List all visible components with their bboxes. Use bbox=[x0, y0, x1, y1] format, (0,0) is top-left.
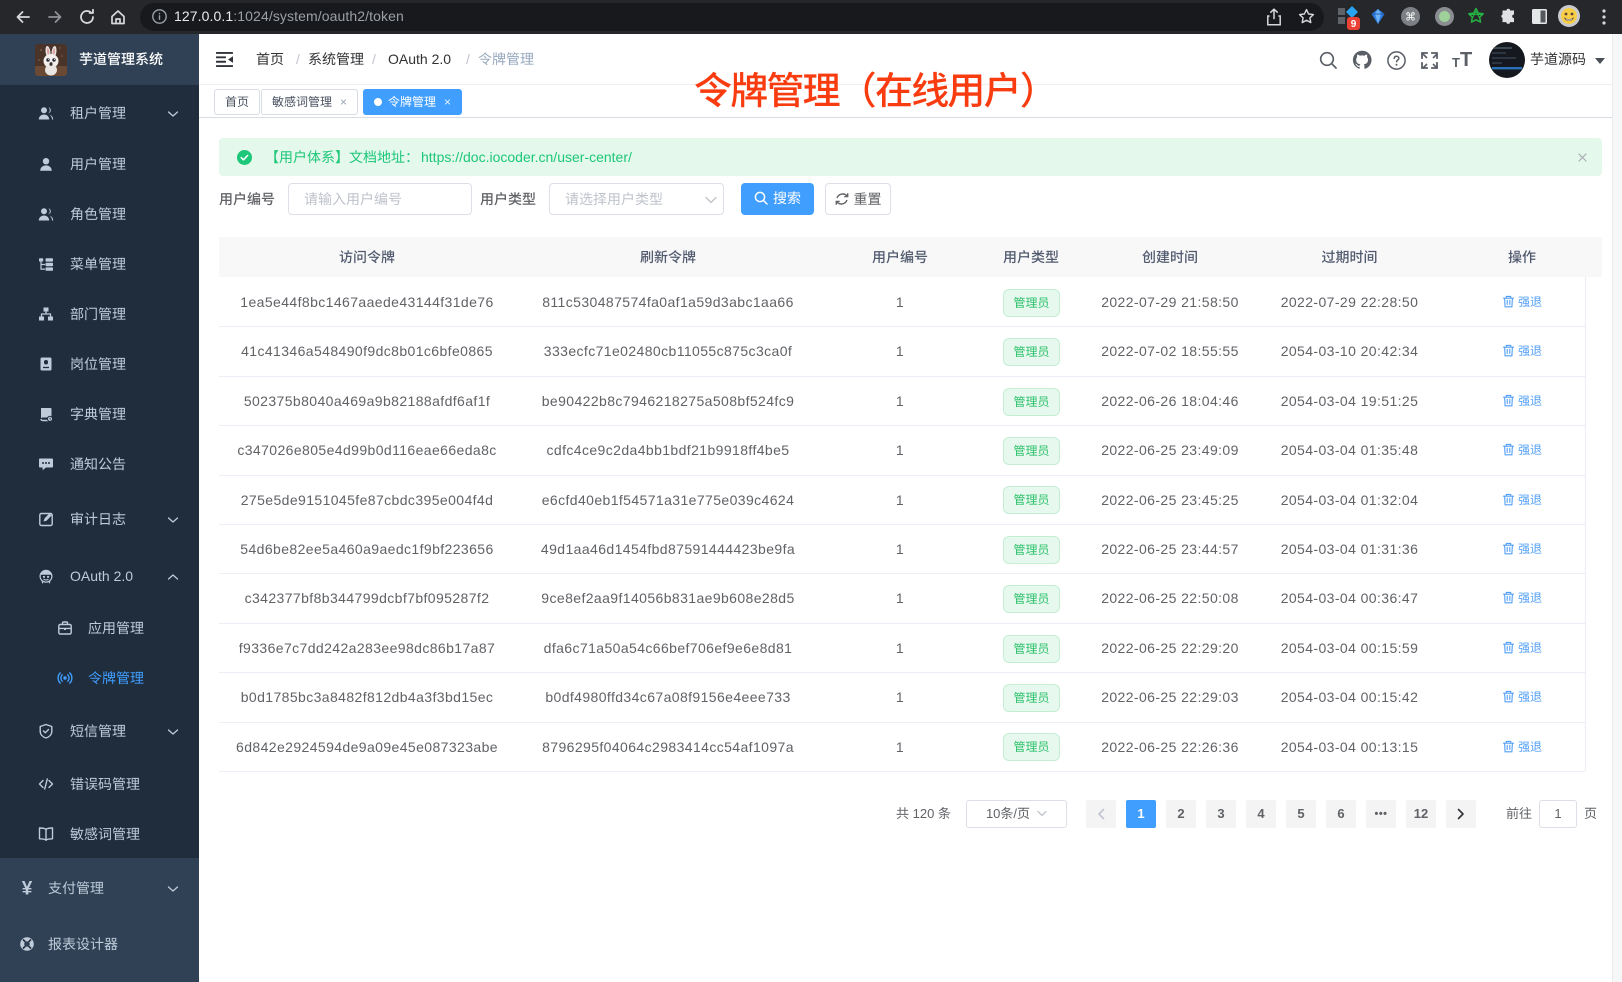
svg-text:⌘: ⌘ bbox=[1405, 12, 1416, 24]
svg-text:9: 9 bbox=[1351, 19, 1357, 30]
svg-text:¥: ¥ bbox=[22, 880, 33, 896]
